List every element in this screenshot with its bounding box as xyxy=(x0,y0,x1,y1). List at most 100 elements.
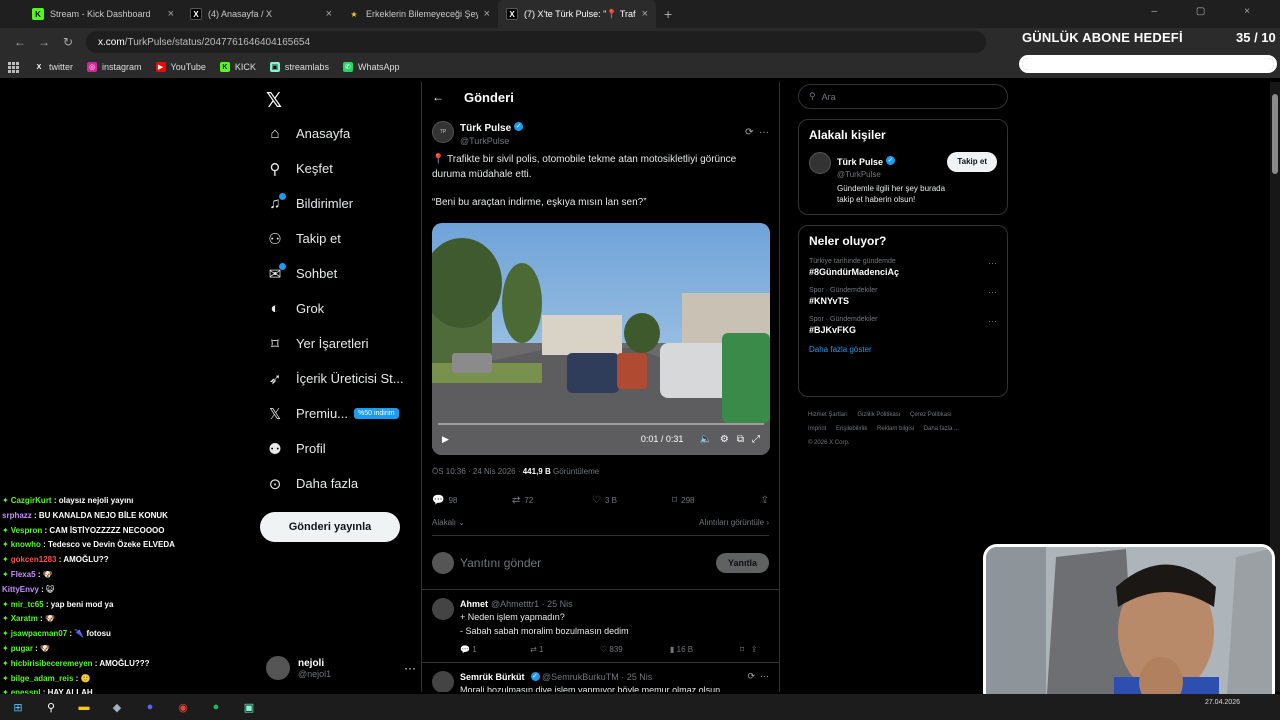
like-button[interactable]: ♡ 3 B xyxy=(592,495,672,506)
window-controls[interactable]: – ▢ × xyxy=(1152,6,1268,17)
windows-start-icon[interactable]: ⊞ xyxy=(8,698,28,716)
view-quotes-link[interactable]: Alıntıları görüntüle › xyxy=(699,518,769,527)
volume-icon[interactable]: 🔈 xyxy=(699,434,711,445)
views-button[interactable]: ▮ 16 B xyxy=(670,645,740,654)
reply-author[interactable]: Ahmet xyxy=(460,599,488,609)
footer-link[interactable]: Erişilebilirlik xyxy=(836,426,867,432)
apps-grid-icon[interactable] xyxy=(8,62,19,73)
share-icon[interactable]: ⇪ xyxy=(761,495,769,506)
author-handle[interactable]: @TurkPulse xyxy=(460,136,523,146)
sidebar-item-premium[interactable]: 𝕏 Premiu... %50 indirim xyxy=(262,396,422,431)
avatar[interactable] xyxy=(809,152,831,174)
bookmark-whatsapp[interactable]: ✆ WhatsApp xyxy=(342,62,399,72)
discord-icon[interactable]: ● xyxy=(140,698,160,716)
chat-username: pugar xyxy=(10,643,33,653)
chat-text: : 🐶 xyxy=(35,569,53,579)
related-name[interactable]: Türk Pulse xyxy=(837,157,883,167)
sidebar-item-notifications[interactable]: ♫ Bildirimler xyxy=(262,186,422,221)
reply-submit-button[interactable]: Yanıtla xyxy=(715,552,769,573)
back-arrow-icon[interactable]: ← xyxy=(432,90,444,104)
grok-icon[interactable]: ⟳ ··· xyxy=(745,127,769,138)
bookmark-streamlabs[interactable]: ▣ streamlabs xyxy=(269,62,329,72)
close-tab-icon[interactable]: × xyxy=(326,8,332,20)
more-icon[interactable]: ··· xyxy=(988,287,997,297)
avatar[interactable]: TP xyxy=(432,121,454,143)
tab-turk-pulse[interactable]: X (7) X'te Türk Pulse: "📍 Trafikte bi × xyxy=(498,0,656,28)
x-logo-icon[interactable]: 𝕏 xyxy=(266,88,282,113)
avatar[interactable] xyxy=(432,671,454,692)
forward-icon[interactable]: → xyxy=(32,35,56,49)
more-icon[interactable]: ··· xyxy=(404,661,416,675)
close-tab-icon[interactable]: × xyxy=(484,8,490,20)
bookmark-twitter[interactable]: Xtwitter xyxy=(34,62,73,72)
reload-icon[interactable]: ↻ xyxy=(56,35,80,49)
show-more-link[interactable]: Daha fazla göster xyxy=(809,345,997,354)
app-icon[interactable]: ◆ xyxy=(107,698,127,716)
more-icon[interactable]: ··· xyxy=(988,316,997,326)
more-icon[interactable]: ··· xyxy=(988,258,997,268)
footer-link[interactable]: Reklam bilgisi xyxy=(877,426,914,432)
streamlabs-icon[interactable]: ▣ xyxy=(239,698,259,716)
bookmark-instagram[interactable]: ◎ instagram xyxy=(87,62,142,72)
footer-link[interactable]: Daha fazla ... xyxy=(924,426,959,432)
settings-icon[interactable]: ⚙ xyxy=(720,434,729,445)
chrome-icon[interactable]: ◉ xyxy=(173,698,193,716)
reply-item[interactable]: Ahmet@Ahmetttr1 · 25 Nis⟳ ··· + Neden iş… xyxy=(422,590,779,663)
video-player[interactable]: ▶ 0:01 / 0:31 🔈 ⚙ ⧉ ⤢ xyxy=(432,223,770,455)
sidebar-item-grok[interactable]: ◐ Grok xyxy=(262,291,422,326)
fullscreen-icon[interactable]: ⤢ xyxy=(752,434,760,445)
sidebar-item-chat[interactable]: ✉ Sohbet xyxy=(262,256,422,291)
trend-item[interactable]: Spor · Gündemdekiler #KNYvTS ··· xyxy=(809,287,997,306)
tab-kick-dashboard[interactable]: K Stream - Kick Dashboard × xyxy=(24,0,182,28)
sidebar-item-follow[interactable]: ⚇ Takip et xyxy=(262,221,422,256)
follow-button[interactable]: Takip et xyxy=(947,152,997,172)
trend-item[interactable]: Spor · Gündemdekiler #BJKvFKG ··· xyxy=(809,316,997,335)
play-icon[interactable]: ▶ xyxy=(442,434,449,445)
footer-link[interactable]: Hizmet Şartları xyxy=(808,412,848,418)
url-field[interactable]: x.com/TurkPulse/status/20477616464041656… xyxy=(86,31,986,53)
file-explorer-icon[interactable]: ▬ xyxy=(74,698,94,716)
bookmark-button[interactable]: ⌑ 298 xyxy=(672,495,752,506)
x-icon: X xyxy=(36,63,42,71)
trend-item[interactable]: Türkiye tarihinde gündemde #8GündürMaden… xyxy=(809,258,997,277)
grok-icon[interactable]: ⟳ ··· xyxy=(747,671,769,682)
trends-title: Neler oluyor? xyxy=(809,234,887,248)
scrollbar-thumb[interactable] xyxy=(1272,94,1278,174)
repost-button[interactable]: ⇄ 1 xyxy=(530,645,600,654)
spotify-icon[interactable]: ● xyxy=(206,698,226,716)
clock-date[interactable]: 27.04.2026 xyxy=(1205,699,1240,706)
tweet-timestamp[interactable]: ÖS 10:36 · 24 Nis 2026 · xyxy=(432,467,523,476)
footer-link[interactable]: Imprint xyxy=(808,426,826,432)
reply-button[interactable]: 💬 1 xyxy=(460,645,530,654)
repost-button[interactable]: ⇄ 72 xyxy=(512,495,592,506)
avatar[interactable] xyxy=(432,598,454,620)
sidebar-item-explore[interactable]: ⚲ Keşfet xyxy=(262,151,422,186)
related-person[interactable]: Türk Pulse ✓ @TurkPulse Gündemle ilgili h… xyxy=(809,152,997,205)
footer-link[interactable]: Çerez Politikası xyxy=(910,412,952,418)
bookmark-kick[interactable]: K KICK xyxy=(219,62,256,72)
tab-label: (7) X'te Türk Pulse: "📍 Trafikte bi xyxy=(524,8,636,19)
bookmark-icon[interactable]: ⌑ ⇪ xyxy=(740,645,779,654)
sidebar-item-home[interactable]: ⌂ Anasayfa xyxy=(262,116,422,151)
tab-x-home[interactable]: X (4) Anasayfa / X × xyxy=(182,0,340,28)
sidebar-item-bookmarks[interactable]: ⌑ Yer İşaretleri xyxy=(262,326,422,361)
back-icon[interactable]: ← xyxy=(8,35,32,49)
bookmark-youtube[interactable]: ▶ YouTube xyxy=(155,62,206,72)
pip-icon[interactable]: ⧉ xyxy=(737,434,744,445)
sidebar-item-creator-studio[interactable]: ➶ İçerik Üreticisi St... xyxy=(262,361,422,396)
reply-button[interactable]: 💬 98 xyxy=(432,495,512,506)
like-button[interactable]: ♡ 839 xyxy=(600,645,670,654)
reply-input[interactable]: Yanıtını gönder xyxy=(460,556,541,570)
close-tab-icon[interactable]: × xyxy=(168,8,174,20)
reply-author[interactable]: Semrük Bürküt xyxy=(460,672,525,682)
reply-item[interactable]: Semrük Bürküt ✓ @SemrukBurkuTM · 25 Nis ⟳ … xyxy=(422,663,779,692)
close-tab-icon[interactable]: × xyxy=(642,8,648,20)
tab-article[interactable]: ★ Erkeklerin Bilemeyeceği Şeyler × xyxy=(340,0,498,28)
footer-link[interactable]: Gizlilik Politikası xyxy=(857,412,900,418)
sidebar-item-profile[interactable]: ⚉ Profil xyxy=(262,431,422,466)
author-name[interactable]: Türk Pulse xyxy=(460,123,511,134)
search-icon[interactable]: ⚲ xyxy=(41,698,61,716)
search-input[interactable]: ⚲ Ara xyxy=(798,84,1008,109)
new-tab-icon[interactable]: + xyxy=(664,6,672,22)
relevant-dropdown[interactable]: Alakalı ⌄ xyxy=(432,518,465,527)
